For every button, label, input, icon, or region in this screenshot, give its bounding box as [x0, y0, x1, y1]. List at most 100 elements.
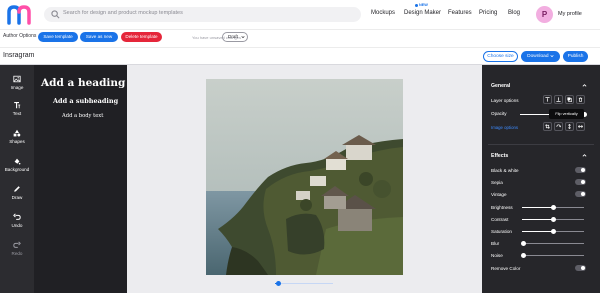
- chevron-up-icon[interactable]: [582, 83, 587, 88]
- save-as-new-button[interactable]: Save as new: [80, 32, 118, 42]
- tool-shapes-label: Shapes: [9, 139, 25, 144]
- flip-vertically-tooltip: Flip vertically: [549, 109, 584, 119]
- tool-background-label: Background: [4, 167, 30, 172]
- tool-redo-label: Redo: [11, 251, 23, 256]
- nav-mockups[interactable]: Mockups: [371, 10, 395, 16]
- avatar[interactable]: P: [536, 6, 553, 23]
- brightness-slider-fill: [522, 207, 553, 208]
- add-heading-option[interactable]: Add a heading: [41, 77, 125, 89]
- sepia-label: Sepia: [491, 180, 503, 185]
- image-options-link[interactable]: Image options: [491, 125, 518, 130]
- opacity-label: Opacity: [491, 111, 507, 116]
- save-template-button[interactable]: Save template: [38, 32, 78, 42]
- contrast-slider-handle[interactable]: [551, 217, 556, 222]
- brightness-slider-handle[interactable]: [551, 205, 556, 210]
- publish-button[interactable]: Publish: [563, 51, 588, 62]
- add-subheading-option[interactable]: Add a subheading: [53, 97, 118, 105]
- blur-slider-track[interactable]: [522, 243, 584, 244]
- nav-features[interactable]: Features: [448, 10, 472, 16]
- noise-slider-track[interactable]: [522, 255, 584, 256]
- nav-pricing[interactable]: Pricing: [479, 10, 497, 16]
- rotate-button[interactable]: [554, 122, 563, 131]
- tool-image[interactable]: Image: [0, 75, 34, 101]
- tool-text-label: Text: [12, 111, 22, 116]
- status-dropdown-value: Draft: [228, 34, 238, 39]
- saturation-label: Saturation: [491, 229, 512, 234]
- my-profile-link[interactable]: My profile: [558, 11, 582, 17]
- undo-icon: [13, 213, 21, 220]
- coastal-cliff-image: [206, 79, 403, 275]
- status-dropdown[interactable]: Draft: [222, 32, 248, 42]
- tool-draw[interactable]: Draw: [0, 185, 34, 211]
- blur-slider-handle[interactable]: [521, 241, 526, 246]
- draw-icon: [14, 186, 20, 192]
- delete-layer-button[interactable]: [576, 95, 585, 104]
- zoom-slider-handle[interactable]: [276, 281, 281, 286]
- tool-shapes[interactable]: Shapes: [0, 129, 34, 155]
- tool-undo-label: Undo: [11, 223, 23, 228]
- tool-background[interactable]: Background: [0, 157, 34, 183]
- nav-design-maker[interactable]: Design Maker: [404, 10, 441, 16]
- saturation-slider-fill: [522, 231, 553, 232]
- text-icon: [14, 102, 21, 109]
- document-title[interactable]: Insragram: [3, 52, 35, 59]
- author-options-bar: Author Options Save template Save as new…: [0, 30, 600, 48]
- flip-vertical-button[interactable]: [565, 122, 574, 131]
- saturation-slider-handle[interactable]: [551, 229, 556, 234]
- align-top-icon: [545, 97, 550, 102]
- tool-image-label: Image: [10, 85, 24, 90]
- flip-horizontal-icon: [578, 125, 583, 128]
- shapes-icon: [13, 129, 21, 137]
- nav-new-badge: NEW: [415, 3, 428, 7]
- black-white-toggle[interactable]: [575, 167, 586, 173]
- tool-rail: Image Text Shapes Background Draw Undo R…: [0, 65, 34, 293]
- tool-redo[interactable]: Redo: [0, 241, 34, 267]
- sepia-toggle[interactable]: [575, 179, 586, 185]
- align-bottom-button[interactable]: [554, 95, 563, 104]
- canvas-photo[interactable]: [206, 79, 403, 275]
- duplicate-icon: [567, 97, 572, 102]
- download-button[interactable]: Download: [521, 51, 560, 62]
- search-input-placeholder[interactable]: Search for design and product mockup tem…: [63, 10, 183, 16]
- tool-draw-label: Draw: [11, 195, 23, 200]
- top-navigation-bar: Search for design and product mockup tem…: [0, 0, 600, 30]
- align-top-button[interactable]: [543, 95, 552, 104]
- tool-text[interactable]: Text: [0, 101, 34, 127]
- background-icon: [14, 158, 21, 165]
- duplicate-button[interactable]: [565, 95, 574, 104]
- general-section-title[interactable]: General: [491, 83, 510, 89]
- noise-slider-handle[interactable]: [521, 253, 526, 258]
- layer-options-label: Layer options: [491, 98, 519, 103]
- noise-label: Noise: [491, 253, 503, 258]
- brightness-label: Brightness: [491, 205, 513, 210]
- author-options-label: Author Options: [3, 33, 37, 39]
- crop-button[interactable]: [543, 122, 552, 131]
- effects-section-title[interactable]: Effects: [491, 153, 508, 159]
- vintage-toggle[interactable]: [575, 191, 586, 197]
- contrast-label: Contrast: [491, 217, 509, 222]
- search-bar[interactable]: Search for design and product mockup tem…: [44, 7, 361, 22]
- contrast-slider-fill: [522, 219, 553, 220]
- rotate-icon: [556, 124, 561, 128]
- zoom-slider-track[interactable]: [275, 283, 333, 284]
- design-canvas: [127, 65, 482, 293]
- flip-horizontal-button[interactable]: [576, 122, 585, 131]
- chevron-down-icon: [550, 54, 554, 57]
- nav-blog[interactable]: Blog: [508, 10, 520, 16]
- choose-size-button[interactable]: Choose size: [483, 51, 518, 62]
- section-divider: [488, 144, 594, 145]
- delete-template-button[interactable]: Delete template: [121, 32, 162, 42]
- black-white-label: Black & white: [491, 168, 519, 173]
- trash-icon: [578, 97, 583, 102]
- tool-undo[interactable]: Undo: [0, 213, 34, 239]
- flip-vertical-icon: [568, 124, 571, 129]
- remove-color-label: Remove Color: [491, 266, 521, 271]
- add-body-text-option[interactable]: Add a body text: [62, 113, 103, 119]
- remove-color-toggle[interactable]: [575, 265, 586, 271]
- image-icon: [13, 75, 21, 83]
- mockup-logo-icon[interactable]: [6, 4, 32, 26]
- properties-panel: General Layer options Opacity Flip verti…: [482, 65, 600, 293]
- text-options-panel: Add a heading Add a subheading Add a bod…: [34, 65, 127, 293]
- crop-icon: [545, 124, 550, 129]
- chevron-up-icon[interactable]: [582, 153, 587, 158]
